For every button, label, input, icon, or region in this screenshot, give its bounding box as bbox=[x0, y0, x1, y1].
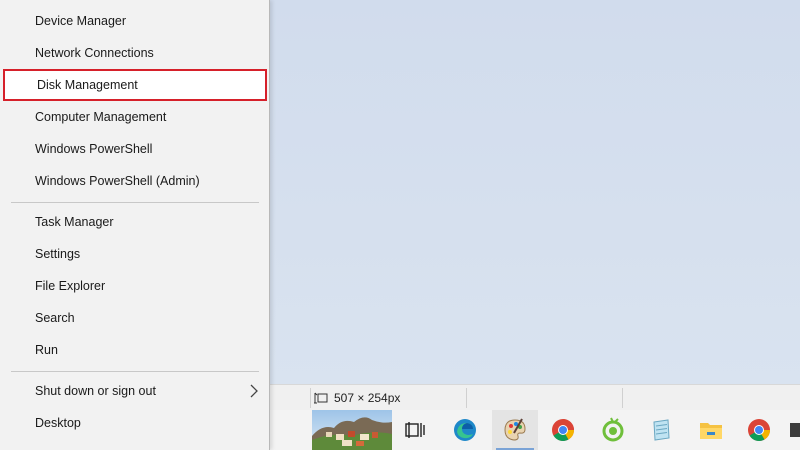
menu-item-shut-down[interactable]: Shut down or sign out bbox=[0, 375, 270, 407]
menu-item-computer-management[interactable]: Computer Management bbox=[0, 101, 270, 133]
task-view-icon[interactable] bbox=[394, 410, 436, 450]
status-bar: 507 × 254px bbox=[270, 384, 800, 410]
menu-item-run[interactable]: Run bbox=[0, 334, 270, 366]
app-icon[interactable] bbox=[786, 410, 800, 450]
menu-item-task-manager[interactable]: Task Manager bbox=[0, 206, 270, 238]
status-separator bbox=[310, 388, 311, 408]
chrome-icon[interactable] bbox=[542, 410, 584, 450]
menu-divider bbox=[11, 371, 259, 372]
chevron-right-icon bbox=[250, 384, 258, 398]
menu-item-search[interactable]: Search bbox=[0, 302, 270, 334]
resize-icon bbox=[314, 392, 328, 404]
paint-palette-icon[interactable] bbox=[492, 410, 538, 450]
menu-item-windows-powershell[interactable]: Windows PowerShell bbox=[0, 133, 270, 165]
menu-item-settings[interactable]: Settings bbox=[0, 238, 270, 270]
menu-item-disk-management[interactable]: Disk Management bbox=[3, 69, 267, 101]
power-user-menu: Device Manager Network Connections Disk … bbox=[0, 0, 270, 450]
dimensions-readout: 507 × 254px bbox=[314, 391, 400, 405]
menu-item-label: Shut down or sign out bbox=[35, 384, 156, 398]
menu-item-device-manager[interactable]: Device Manager bbox=[0, 5, 270, 37]
landscape-thumbnail-icon[interactable] bbox=[310, 410, 394, 450]
notepad-icon[interactable] bbox=[640, 410, 682, 450]
menu-divider bbox=[11, 202, 259, 203]
status-separator bbox=[622, 388, 623, 408]
taskbar bbox=[270, 410, 800, 450]
file-explorer-icon[interactable] bbox=[690, 410, 732, 450]
menu-item-network-connections[interactable]: Network Connections bbox=[0, 37, 270, 69]
status-separator bbox=[466, 388, 467, 408]
edge-icon[interactable] bbox=[444, 410, 486, 450]
menu-item-file-explorer[interactable]: File Explorer bbox=[0, 270, 270, 302]
coccoc-icon[interactable] bbox=[592, 410, 634, 450]
dimensions-text: 507 × 254px bbox=[334, 391, 401, 405]
chrome-icon[interactable] bbox=[738, 410, 780, 450]
menu-item-desktop[interactable]: Desktop bbox=[0, 407, 270, 439]
menu-item-windows-powershell-admin[interactable]: Windows PowerShell (Admin) bbox=[0, 165, 270, 197]
